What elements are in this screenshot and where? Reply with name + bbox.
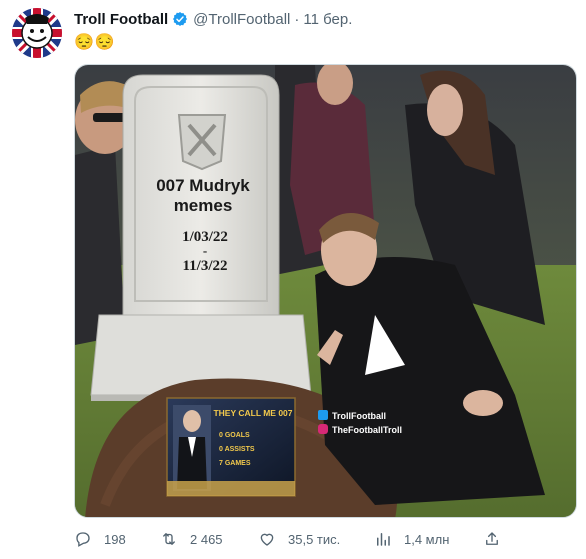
retweet-count: 2 465 <box>190 531 223 547</box>
timestamp[interactable]: 11 бер. <box>303 11 352 28</box>
grave-title-line1: 007 Mudryk <box>156 176 250 195</box>
avatar[interactable] <box>12 8 62 58</box>
tweet-header: Troll Football @TrollFootball · 11 бер. <box>74 9 352 29</box>
reply-icon <box>76 532 90 547</box>
grave-date-end: 11/3/22 <box>182 258 227 274</box>
like-icon <box>260 533 274 546</box>
retweet-button[interactable]: 2 465 <box>160 530 223 548</box>
instagram-icon <box>318 424 328 434</box>
views-count: 1,4 млн <box>404 531 450 547</box>
card-title: THEY CALL ME 007 <box>213 408 292 418</box>
like-button[interactable]: 35,5 тис. <box>258 530 340 548</box>
tombstone-emblem-icon <box>177 114 227 171</box>
reply-button[interactable]: 198 <box>74 530 126 548</box>
card-stat-goals: 0 GOALS <box>219 432 250 439</box>
views-button[interactable]: 1,4 млн <box>374 530 449 548</box>
retweet-icon <box>163 533 175 545</box>
watermark-twitter: TrollFootball <box>332 411 386 421</box>
twitter-icon <box>318 410 328 420</box>
grave-date-dash: - <box>203 243 207 258</box>
troll-face-logo-icon <box>12 8 62 58</box>
like-count: 35,5 тис. <box>288 531 341 547</box>
separator-dot: · <box>294 10 300 28</box>
views-icon <box>377 533 390 546</box>
card-stat-assists: 0 ASSISTS <box>219 446 255 453</box>
reply-count: 198 <box>104 531 126 547</box>
watermark-instagram: TheFootballTroll <box>332 425 402 435</box>
tweet-actions: 198 2 465 35,5 тис. 1,4 млн <box>74 530 514 552</box>
grave-title-line2: memes <box>174 196 233 215</box>
share-button[interactable] <box>483 530 513 548</box>
player-card: THEY CALL ME 007 0 GOALS 0 ASSISTS 7 GAM… <box>166 397 296 497</box>
tweet-media-image[interactable]: 007 Mudryk memes 1/03/22 - 11/3/22 THEY <box>74 64 577 518</box>
verified-badge-icon <box>172 11 188 27</box>
display-name[interactable]: Troll Football <box>74 11 168 28</box>
handle[interactable]: @TrollFootball <box>193 11 290 28</box>
tweet-text: 😔😔 <box>74 34 116 51</box>
share-icon <box>486 532 498 545</box>
tweet: Troll Football @TrollFootball · 11 бер. … <box>0 0 586 559</box>
card-stat-games: 7 GAMES <box>219 460 251 467</box>
